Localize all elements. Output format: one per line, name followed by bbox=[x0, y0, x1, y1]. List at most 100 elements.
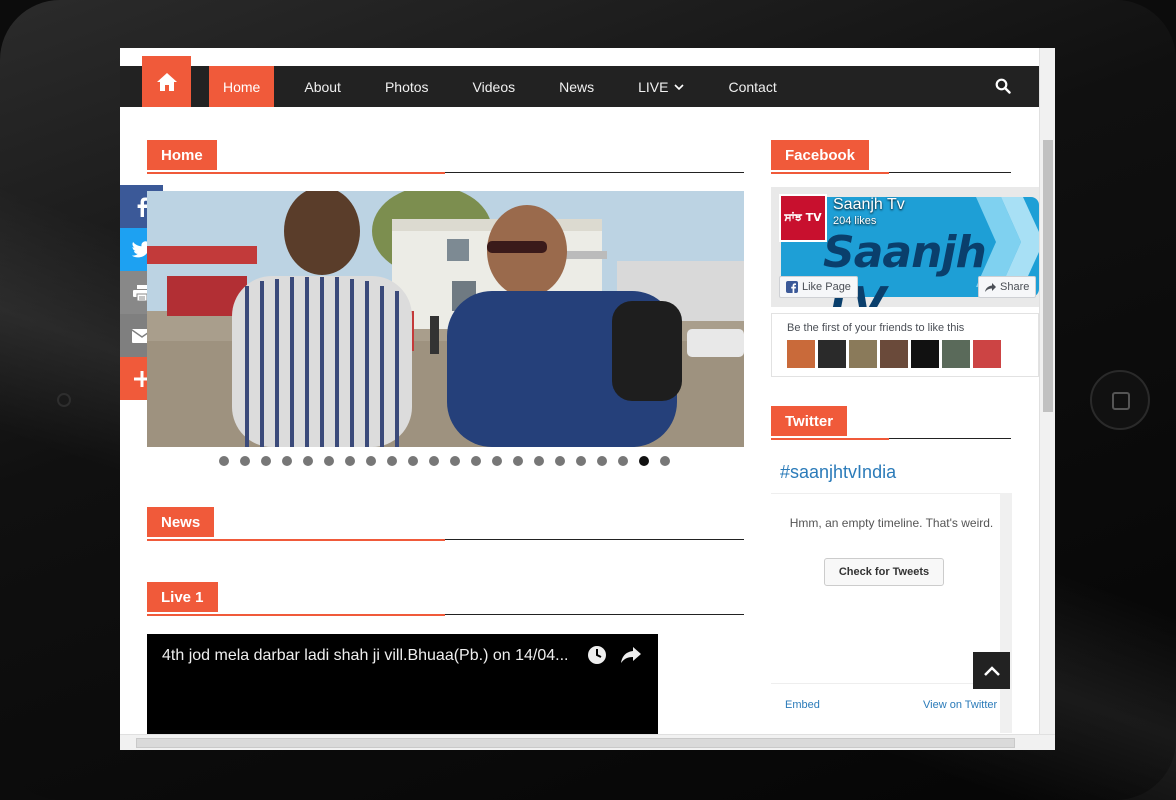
slide-image bbox=[147, 191, 744, 447]
facebook-friends-box: Be the first of your friends to like thi… bbox=[771, 313, 1039, 377]
slider-dot[interactable] bbox=[387, 456, 397, 466]
section-title: News bbox=[147, 507, 215, 537]
slider-dot[interactable] bbox=[639, 456, 649, 466]
vertical-scrollbar[interactable] bbox=[1039, 48, 1055, 734]
fan-avatar[interactable] bbox=[849, 340, 877, 368]
fan-avatar[interactable] bbox=[880, 340, 908, 368]
slider-dot[interactable] bbox=[597, 456, 607, 466]
image-slider[interactable] bbox=[147, 191, 744, 447]
fan-avatar[interactable] bbox=[942, 340, 970, 368]
slider-dot[interactable] bbox=[492, 456, 502, 466]
slider-dot[interactable] bbox=[408, 456, 418, 466]
slider-dot[interactable] bbox=[576, 456, 586, 466]
section-title: Twitter bbox=[771, 406, 848, 436]
facebook-page-name[interactable]: Saanjh Tv bbox=[833, 196, 905, 214]
facebook-page-logo[interactable]: ਸਾਂਝ TV bbox=[779, 194, 827, 242]
slider-dot[interactable] bbox=[660, 456, 670, 466]
twitter-timeline: Hmm, an empty timeline. That's weird. Ch… bbox=[771, 493, 1012, 743]
horizontal-scrollbar-thumb[interactable] bbox=[136, 738, 1015, 748]
browser-viewport: Home About Photos Videos News LIVE Conta… bbox=[120, 48, 1055, 750]
slider-dot[interactable] bbox=[324, 456, 334, 466]
nav-item-label: News bbox=[559, 78, 595, 95]
section-header-live: Live 1 bbox=[147, 582, 744, 616]
facebook-page-widget: Saanjh TV ਸਾਂਝ TV Saanjh Tv 204 likes Li… bbox=[771, 187, 1039, 382]
facebook-share-page-button[interactable]: Share bbox=[978, 276, 1037, 298]
facebook-logo-text: ਸਾਂਝ TV bbox=[784, 211, 822, 224]
fan-avatar[interactable] bbox=[787, 340, 815, 368]
slider-dot[interactable] bbox=[303, 456, 313, 466]
twitter-embed-link[interactable]: Embed bbox=[785, 699, 820, 711]
twitter-empty-message: Hmm, an empty timeline. That's weird. bbox=[789, 516, 994, 530]
search-button[interactable] bbox=[995, 78, 1011, 99]
section-divider-accent bbox=[771, 172, 889, 174]
home-icon bbox=[156, 72, 177, 91]
section-header-facebook: Facebook bbox=[771, 140, 1011, 174]
tablet-home-button[interactable] bbox=[1090, 370, 1150, 430]
nav-item-about[interactable]: About bbox=[290, 66, 355, 107]
slider-pagination bbox=[219, 456, 681, 466]
nav-menu: Home About Photos Videos News LIVE Conta… bbox=[209, 66, 807, 107]
like-page-button[interactable]: Like Page bbox=[779, 276, 858, 298]
share-arrow-icon bbox=[985, 282, 996, 292]
watch-later-icon[interactable] bbox=[587, 645, 607, 665]
chevron-up-icon bbox=[983, 665, 1000, 676]
facebook-likes-count: 204 likes bbox=[833, 215, 877, 227]
nav-item-live[interactable]: LIVE bbox=[624, 66, 698, 107]
nav-item-label: Contact bbox=[728, 78, 777, 95]
twitter-timeline-scrollbar[interactable] bbox=[1000, 493, 1012, 733]
section-divider-accent bbox=[147, 614, 445, 616]
share-icon[interactable] bbox=[621, 647, 641, 663]
section-divider-accent bbox=[147, 172, 445, 174]
like-page-label: Like Page bbox=[802, 281, 851, 293]
chevron-down-icon bbox=[674, 83, 685, 90]
back-to-top-button[interactable] bbox=[973, 652, 1010, 689]
nav-item-home[interactable]: Home bbox=[209, 66, 275, 107]
facebook-fan-avatars bbox=[787, 340, 1004, 368]
check-for-tweets-button[interactable]: Check for Tweets bbox=[824, 558, 944, 586]
home-tab[interactable] bbox=[142, 56, 191, 107]
section-divider-accent bbox=[771, 438, 889, 440]
fan-avatar[interactable] bbox=[818, 340, 846, 368]
facebook-friends-text: Be the first of your friends to like thi… bbox=[787, 322, 965, 334]
slider-dot[interactable] bbox=[534, 456, 544, 466]
video-embed[interactable]: 4th jod mela darbar ladi shah ji vill.Bh… bbox=[147, 634, 658, 734]
section-title: Live 1 bbox=[147, 582, 218, 612]
nav-item-label: Photos bbox=[384, 78, 429, 95]
slider-dot[interactable] bbox=[450, 456, 460, 466]
section-divider-accent bbox=[147, 539, 445, 541]
nav-item-photos[interactable]: Photos bbox=[371, 66, 443, 107]
nav-item-label: Home bbox=[223, 78, 261, 95]
vertical-scrollbar-thumb[interactable] bbox=[1043, 140, 1053, 412]
twitter-hashtag-title[interactable]: #saanjhtvIndia bbox=[780, 462, 896, 483]
nav-item-news[interactable]: News bbox=[545, 66, 608, 107]
facebook-cover[interactable]: Saanjh TV ਸਾਂਝ TV Saanjh Tv 204 likes Li… bbox=[771, 187, 1039, 307]
share-label: Share bbox=[1000, 281, 1030, 293]
facebook-logo-icon bbox=[786, 281, 798, 293]
fan-avatar[interactable] bbox=[911, 340, 939, 368]
slider-dot[interactable] bbox=[240, 456, 250, 466]
camera-icon bbox=[57, 393, 71, 407]
view-on-twitter-link[interactable]: View on Twitter bbox=[923, 699, 997, 711]
slider-dot[interactable] bbox=[513, 456, 523, 466]
horizontal-scrollbar[interactable] bbox=[120, 734, 1055, 750]
slider-dot[interactable] bbox=[429, 456, 439, 466]
section-header-twitter: Twitter bbox=[771, 406, 1011, 440]
search-icon bbox=[995, 78, 1011, 94]
nav-item-contact[interactable]: Contact bbox=[714, 66, 790, 107]
fan-avatar[interactable] bbox=[973, 340, 1001, 368]
slider-dot[interactable] bbox=[555, 456, 565, 466]
slider-dot[interactable] bbox=[471, 456, 481, 466]
slider-dot[interactable] bbox=[618, 456, 628, 466]
slider-dot[interactable] bbox=[366, 456, 376, 466]
section-title: Facebook bbox=[771, 140, 870, 170]
slider-dot[interactable] bbox=[261, 456, 271, 466]
video-title[interactable]: 4th jod mela darbar ladi shah ji vill.Bh… bbox=[162, 647, 568, 665]
nav-item-label: LIVE bbox=[638, 78, 669, 95]
section-title: Home bbox=[147, 140, 217, 170]
slider-dot[interactable] bbox=[345, 456, 355, 466]
main-navbar: Home About Photos Videos News LIVE Conta… bbox=[120, 56, 1039, 107]
slider-dot[interactable] bbox=[219, 456, 229, 466]
nav-item-label: About bbox=[304, 78, 341, 95]
nav-item-videos[interactable]: Videos bbox=[459, 66, 530, 107]
slider-dot[interactable] bbox=[282, 456, 292, 466]
